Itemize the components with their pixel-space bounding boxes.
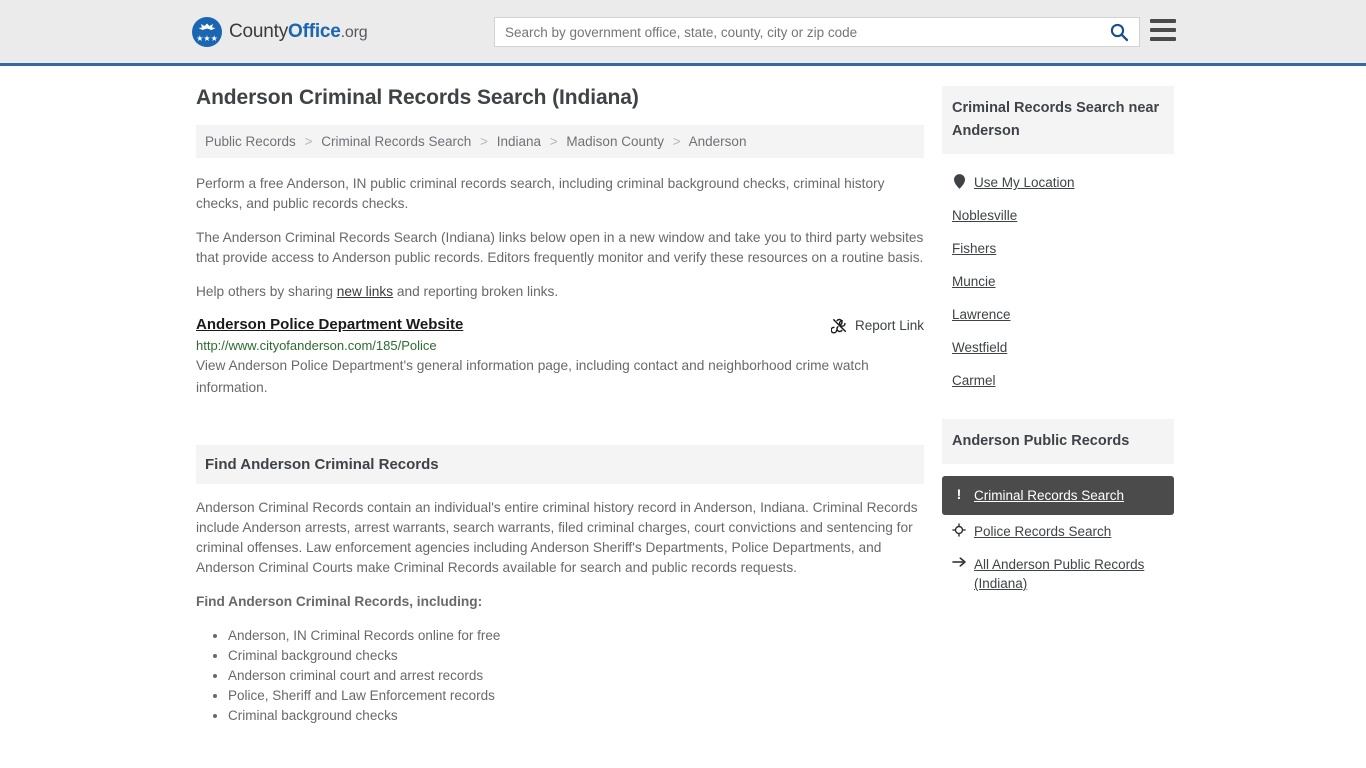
sidebar-item-muncie[interactable]: Muncie bbox=[942, 265, 1174, 298]
site-header: ★★★ CountyOffice.org bbox=[0, 0, 1366, 66]
public-records-link[interactable]: Criminal Records Search bbox=[974, 486, 1124, 505]
target-crosshair-icon bbox=[952, 522, 966, 537]
nearby-search-body: Use My Location Noblesville Fishers Munc… bbox=[942, 154, 1174, 397]
record-description: View Anderson Police Department's genera… bbox=[196, 358, 869, 395]
logo-text-org: .org bbox=[340, 23, 368, 41]
sidebar-item-carmel[interactable]: Carmel bbox=[942, 364, 1174, 397]
page-body: Anderson Criminal Records Search (Indian… bbox=[0, 66, 1366, 726]
sidebar-item-westfield[interactable]: Westfield bbox=[942, 331, 1174, 364]
use-my-location-link[interactable]: Use My Location bbox=[974, 173, 1075, 192]
public-records-heading: Anderson Public Records bbox=[942, 419, 1174, 464]
nearby-city-link[interactable]: Noblesville bbox=[952, 206, 1017, 225]
sidebar-item-lawrence[interactable]: Lawrence bbox=[942, 298, 1174, 331]
nearby-search-panel: Criminal Records Search near Anderson Us… bbox=[942, 86, 1174, 397]
main-column: Anderson Criminal Records Search (Indian… bbox=[196, 86, 924, 726]
search-input[interactable] bbox=[495, 18, 1099, 46]
sidebar-item-all-public-records[interactable]: All Anderson Public Records (Indiana) bbox=[942, 548, 1174, 600]
broken-link-icon bbox=[830, 318, 846, 334]
logo-text: CountyOffice.org bbox=[229, 20, 368, 43]
breadcrumb: Public Records > Criminal Records Search… bbox=[196, 125, 924, 158]
breadcrumb-separator: > bbox=[549, 134, 558, 149]
hamburger-menu-icon[interactable] bbox=[1150, 19, 1176, 41]
section-sub-title: Find Anderson Criminal Records, includin… bbox=[196, 594, 483, 609]
breadcrumb-item-public-records[interactable]: Public Records bbox=[205, 134, 296, 149]
exclamation-icon: ! bbox=[956, 486, 962, 502]
report-link-button[interactable]: Report Link bbox=[830, 316, 924, 334]
breadcrumb-item-anderson[interactable]: Anderson bbox=[689, 134, 747, 149]
sidebar-item-noblesville[interactable]: Noblesville bbox=[942, 199, 1174, 232]
sidebar-item-criminal-records-search[interactable]: ! Criminal Records Search bbox=[942, 476, 1174, 515]
nearby-city-link[interactable]: Lawrence bbox=[952, 305, 1011, 324]
record-header: Anderson Police Department Website Repor… bbox=[196, 316, 924, 334]
breadcrumb-item-indiana[interactable]: Indiana bbox=[497, 134, 541, 149]
hamburger-bar-3 bbox=[1150, 37, 1176, 41]
list-item: Criminal background checks bbox=[228, 646, 924, 666]
public-records-link[interactable]: All Anderson Public Records (Indiana) bbox=[974, 555, 1164, 593]
nearby-city-link[interactable]: Fishers bbox=[952, 239, 996, 258]
public-records-link[interactable]: Police Records Search bbox=[974, 522, 1111, 541]
map-pin-icon bbox=[952, 173, 966, 189]
new-links-link[interactable]: new links bbox=[337, 284, 393, 299]
site-logo[interactable]: ★★★ CountyOffice.org bbox=[192, 16, 368, 47]
hamburger-bar-2 bbox=[1150, 28, 1176, 32]
hamburger-bar-1 bbox=[1150, 19, 1176, 23]
intro-paragraph-2: The Anderson Criminal Records Search (In… bbox=[196, 230, 924, 265]
sidebar-item-fishers[interactable]: Fishers bbox=[942, 232, 1174, 265]
sidebar-item-police-records-search[interactable]: Police Records Search bbox=[942, 515, 1174, 548]
breadcrumb-separator: > bbox=[304, 134, 313, 149]
record-entry: Anderson Police Department Website Repor… bbox=[196, 316, 924, 399]
nearby-city-link[interactable]: Muncie bbox=[952, 272, 996, 291]
breadcrumb-separator: > bbox=[480, 134, 488, 149]
logo-stars: ★★★ bbox=[196, 33, 218, 43]
page-title: Anderson Criminal Records Search (Indian… bbox=[196, 86, 639, 109]
eagle-stars-icon: ★★★ bbox=[192, 16, 222, 47]
help-paragraph: Help others by sharing new links and rep… bbox=[196, 282, 924, 302]
record-title-link[interactable]: Anderson Police Department Website bbox=[196, 316, 463, 333]
section-body: Anderson Criminal Records contain an ind… bbox=[196, 484, 924, 726]
arrow-right-icon bbox=[952, 555, 966, 568]
list-item: Anderson criminal court and arrest recor… bbox=[228, 666, 924, 686]
search-button[interactable] bbox=[1099, 18, 1139, 46]
content-container: Anderson Criminal Records Search (Indian… bbox=[196, 66, 1174, 726]
logo-text-office: Office bbox=[288, 20, 341, 42]
list-item: Police, Sheriff and Law Enforcement reco… bbox=[228, 686, 924, 706]
list-item: Criminal background checks bbox=[228, 706, 924, 726]
help-prefix: Help others by sharing bbox=[196, 284, 337, 299]
records-bullet-list: Anderson, IN Criminal Records online for… bbox=[196, 626, 924, 726]
list-item: Anderson, IN Criminal Records online for… bbox=[228, 626, 924, 646]
report-link-label: Report Link bbox=[854, 318, 924, 333]
nearby-city-link[interactable]: Westfield bbox=[952, 338, 1007, 357]
section-paragraph: Anderson Criminal Records contain an ind… bbox=[196, 500, 918, 575]
use-my-location-row[interactable]: Use My Location bbox=[942, 166, 1174, 199]
sidebar: Criminal Records Search near Anderson Us… bbox=[942, 86, 1174, 726]
public-records-panel: Anderson Public Records ! Criminal Recor… bbox=[942, 419, 1174, 600]
intro-paragraph-1: Perform a free Anderson, IN public crimi… bbox=[196, 176, 885, 211]
breadcrumb-separator: > bbox=[672, 134, 681, 149]
logo-text-county: County bbox=[229, 20, 289, 42]
search-icon bbox=[1110, 23, 1129, 42]
public-records-body: ! Criminal Records Search Police Records… bbox=[942, 464, 1174, 600]
search-bar[interactable] bbox=[494, 17, 1140, 47]
breadcrumb-item-criminal-records-search[interactable]: Criminal Records Search bbox=[321, 134, 471, 149]
breadcrumb-item-madison-county[interactable]: Madison County bbox=[566, 134, 664, 149]
nearby-city-link[interactable]: Carmel bbox=[952, 371, 996, 390]
nearby-search-heading: Criminal Records Search near Anderson bbox=[942, 86, 1174, 154]
find-records-section: Find Anderson Criminal Records Anderson … bbox=[196, 445, 924, 726]
section-heading: Find Anderson Criminal Records bbox=[196, 445, 924, 484]
record-url: http://www.cityofanderson.com/185/Police bbox=[196, 338, 437, 353]
help-suffix: and reporting broken links. bbox=[393, 284, 559, 299]
